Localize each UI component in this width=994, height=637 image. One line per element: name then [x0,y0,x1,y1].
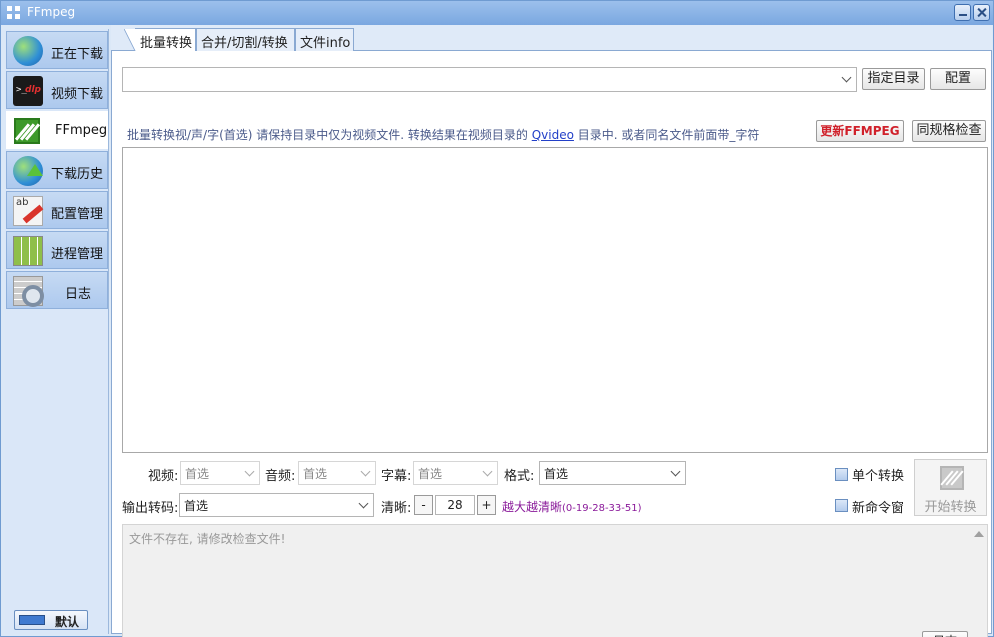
log-output[interactable]: 文件不存在, 请修改检查文件! 日志 [122,524,988,637]
chevron-down-icon [670,466,681,477]
globe-upload-icon [13,156,43,186]
ffmpeg-icon [14,118,41,144]
sidebar-item-video-download[interactable]: >_ dlp 视频下载 [6,71,108,109]
clarity-label: 清晰: [381,501,412,516]
sidebar-item-log[interactable]: 日志 [6,271,108,309]
terminal-dlp-icon: >_ dlp [13,76,43,106]
color-swatch-icon [19,615,45,625]
video-select[interactable]: 首选 [180,461,260,485]
directory-combobox[interactable] [122,67,857,92]
sidebar-item-label: 下载历史 [51,167,104,182]
file-list-area[interactable] [122,147,988,453]
sidebar-item-label: 日志 [65,287,92,302]
single-convert-checkbox[interactable] [835,468,848,481]
clarity-input[interactable]: 28 [435,495,475,515]
sidebar-item-label: 正在下载 [51,47,104,62]
format-select[interactable]: 首选 [539,461,686,485]
output-codec-select[interactable]: 首选 [179,493,374,517]
tab-batch-convert[interactable]: 批量转换 [124,28,196,53]
default-button[interactable]: 默认 [14,610,88,630]
start-convert-label: 开始转换 [924,500,977,515]
sidebar-item-label: 视频下载 [51,87,104,102]
new-cmd-window-checkbox[interactable] [835,499,848,512]
sidebar-item-config[interactable]: ab 配置管理 [6,191,108,229]
sidebar-item-label: 配置管理 [51,207,104,222]
edit-pencil-icon: ab [13,196,43,226]
video-select-value: 首选 [185,467,210,481]
quality-hint: 越大越清晰(0-19-28-33-51) [502,498,642,515]
update-ffmpeg-button[interactable]: 更新FFMPEG [816,120,904,142]
log-message: 文件不存在, 请修改检查文件! [129,532,286,546]
quality-hint-text: 越大越清晰 [502,500,563,514]
spec-check-button[interactable]: 同规格检查 [912,120,986,142]
globe-link-icon [13,36,43,66]
sidebar-item-download-history[interactable]: 下载历史 [6,151,108,189]
sidebar-item-label: FFmpeg [55,123,108,138]
new-cmd-window-label: 新命令窗 [852,501,905,516]
sidebar-item-process[interactable]: 进程管理 [6,231,108,269]
clarity-plus-button[interactable]: + [477,495,496,515]
quality-range: (0-19-28-33-51) [562,503,642,514]
scroll-up-icon[interactable] [974,531,984,537]
log-scrollbar[interactable] [970,525,987,637]
qvideo-link[interactable]: Qvideo [532,128,574,142]
format-select-value: 首选 [544,467,569,481]
main-area: 批量转换 合并/切割/转换 文件info 指定目录 配置 批量转换视/声/字(首… [111,25,992,637]
hint-prefix: 批量转换视/声/字(首选) 请保持目录中仅为视频文件. 转换结果在视频目录的 [127,128,532,142]
tab-file-info[interactable]: 文件info [295,28,354,51]
sidebar-item-ffmpeg[interactable]: FFmpeg [6,111,108,149]
audio-select[interactable]: 首选 [298,461,376,485]
log-gear-icon [13,276,44,307]
batch-convert-panel: 指定目录 配置 批量转换视/声/字(首选) 请保持目录中仅为视频文件. 转换结果… [111,51,992,637]
clarity-minus-button[interactable]: - [414,495,433,515]
output-codec-label: 输出转码: [122,501,179,516]
config-button[interactable]: 配置 [930,68,986,90]
app-window: FFmpeg 正在下载 >_ dlp 视频下载 FFmpeg 下载历史 ab 配置… [0,0,994,637]
subtitle-label: 字幕: [381,469,412,484]
log-button[interactable]: 日志 [922,631,968,637]
ffmpeg-icon [940,466,964,490]
video-label: 视频: [148,469,179,484]
minimize-icon[interactable] [954,4,971,21]
start-convert-button[interactable]: 开始转换 [914,459,987,516]
audio-select-value: 首选 [303,467,328,481]
chevron-down-icon [244,466,255,477]
chevron-down-icon [841,72,852,83]
default-button-label: 默认 [55,615,80,629]
tab-bar: 批量转换 合并/切割/转换 文件info [111,25,992,53]
grid-table-icon [13,236,43,266]
hint-text: 批量转换视/声/字(首选) 请保持目录中仅为视频文件. 转换结果在视频目录的 Q… [127,126,759,143]
specify-directory-button[interactable]: 指定目录 [862,68,925,90]
hint-suffix: 目录中. 或者同名文件前面带_字符 [573,128,760,142]
chevron-down-icon [360,466,371,477]
title-bar: FFmpeg [1,1,993,25]
output-codec-value: 首选 [184,499,209,513]
sidebar-item-downloading[interactable]: 正在下载 [6,31,108,69]
app-icon [7,6,21,20]
sidebar-item-label: 进程管理 [51,247,104,262]
subtitle-select[interactable]: 首选 [413,461,498,485]
chevron-down-icon [482,466,493,477]
subtitle-select-value: 首选 [418,467,443,481]
tab-merge-cut-convert[interactable]: 合并/切割/转换 [196,28,295,51]
single-convert-label: 单个转换 [852,469,905,484]
sidebar: 正在下载 >_ dlp 视频下载 FFmpeg 下载历史 ab 配置管理 进程管理… [5,29,109,634]
close-icon[interactable] [973,4,990,21]
window-title: FFmpeg [27,5,76,19]
chevron-down-icon [358,498,369,509]
format-label: 格式: [504,469,535,484]
audio-label: 音频: [265,469,296,484]
